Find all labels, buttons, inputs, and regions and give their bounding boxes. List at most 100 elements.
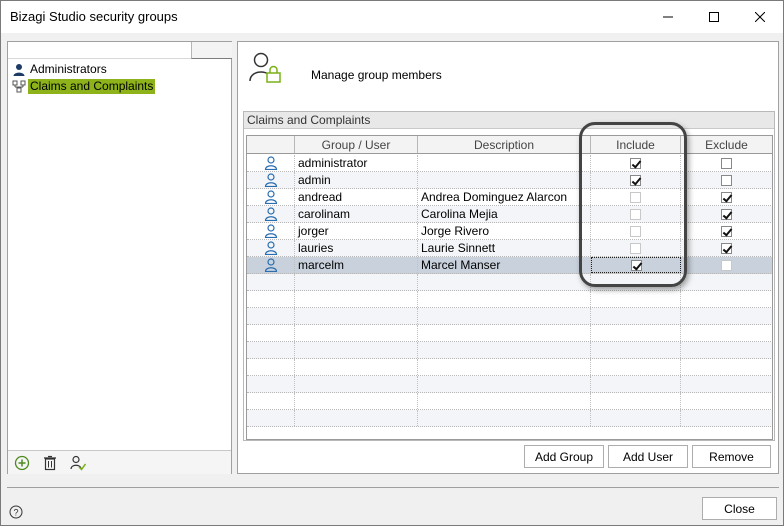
empty-row: [247, 291, 772, 308]
maximize-icon: [709, 12, 719, 22]
empty-cell: [418, 274, 591, 290]
empty-cell: [418, 325, 591, 341]
exclude-checkbox[interactable]: [721, 208, 732, 220]
table-row[interactable]: carolinam Carolina Mejia: [247, 206, 772, 223]
description-cell: Andrea Dominguez Alarcon: [418, 189, 591, 205]
tree-item-label: Claims and Complaints: [28, 79, 156, 94]
remove-button[interactable]: Remove: [692, 445, 771, 468]
empty-cell: [681, 308, 772, 324]
close-window-button[interactable]: [737, 1, 783, 33]
user-cell: carolinam: [295, 206, 418, 222]
user-icon: [13, 63, 25, 76]
tree-header: [8, 42, 191, 59]
empty-row: [247, 342, 772, 359]
user-icon: [264, 241, 277, 255]
empty-row: [247, 376, 772, 393]
empty-cell: [418, 291, 591, 307]
maximize-button[interactable]: [691, 1, 737, 33]
grid-header-icon: [247, 136, 295, 153]
description-cell: Laurie Sinnett: [418, 240, 591, 256]
empty-cell: [591, 410, 681, 426]
members-panel: Manage group members Claims and Complain…: [237, 41, 779, 474]
empty-cell: [681, 410, 772, 426]
user-icon: [264, 190, 277, 204]
col-header-group-user[interactable]: Group / User: [295, 136, 418, 153]
empty-cell: [591, 359, 681, 375]
empty-cell: [591, 325, 681, 341]
empty-cell: [247, 342, 295, 358]
svg-text:?: ?: [13, 508, 18, 518]
help-icon[interactable]: ?: [9, 505, 23, 519]
exclude-cell: [681, 223, 772, 239]
col-header-exclude[interactable]: Exclude: [681, 136, 772, 153]
minimize-button[interactable]: [645, 1, 691, 33]
close-button[interactable]: Close: [702, 497, 777, 520]
group-members-box: Claims and Complaints Group / User Descr…: [243, 111, 775, 441]
manage-members-label: Manage group members: [311, 68, 442, 82]
empty-cell: [247, 325, 295, 341]
exclude-cell: [681, 172, 772, 188]
description-cell: Jorge Rivero: [418, 223, 591, 239]
tree-item-claims-and-complaints[interactable]: Claims and Complaints: [12, 79, 156, 94]
empty-cell: [247, 359, 295, 375]
table-row[interactable]: marcelm Marcel Manser: [247, 257, 772, 274]
row-icon-cell: [247, 155, 295, 171]
empty-cell: [591, 308, 681, 324]
empty-cell: [247, 393, 295, 409]
title-bar: Bizagi Studio security groups: [1, 1, 783, 33]
grid-header: Group / User Description Include Exclude: [247, 136, 772, 154]
empty-cell: [295, 342, 418, 358]
empty-cell: [418, 342, 591, 358]
add-user-button[interactable]: Add User: [608, 445, 688, 468]
empty-cell: [295, 376, 418, 392]
tree-item-label: Administrators: [30, 62, 107, 76]
empty-row: [247, 274, 772, 291]
exclude-checkbox[interactable]: [721, 174, 732, 186]
table-row[interactable]: jorger Jorge Rivero: [247, 223, 772, 240]
exclude-checkbox[interactable]: [721, 242, 732, 254]
tree-toolbar: [8, 450, 231, 474]
exclude-cell: [681, 155, 772, 171]
add-group-button[interactable]: Add Group: [524, 445, 604, 468]
tree-item-administrators[interactable]: Administrators: [12, 62, 109, 77]
empty-cell: [681, 291, 772, 307]
user-cell: jorger: [295, 223, 418, 239]
table-row[interactable]: andread Andrea Dominguez Alarcon: [247, 189, 772, 206]
table-row[interactable]: admin: [247, 172, 772, 189]
exclude-checkbox[interactable]: [721, 191, 732, 203]
empty-cell: [295, 393, 418, 409]
exclude-checkbox[interactable]: [721, 157, 732, 169]
user-icon: [264, 156, 277, 170]
add-icon[interactable]: [14, 455, 30, 471]
row-icon-cell: [247, 257, 295, 273]
groups-tree-panel: Administrators Claims and Complaints: [7, 41, 232, 474]
user-cell: lauries: [295, 240, 418, 256]
empty-cell: [591, 376, 681, 392]
empty-cell: [418, 359, 591, 375]
col-header-description[interactable]: Description: [418, 136, 591, 153]
table-row[interactable]: lauries Laurie Sinnett: [247, 240, 772, 257]
empty-cell: [681, 359, 772, 375]
user-icon: [264, 258, 277, 272]
exclude-cell: [681, 206, 772, 222]
exclude-checkbox[interactable]: [721, 259, 732, 271]
tree-header-tab[interactable]: [191, 42, 232, 59]
user-check-icon[interactable]: [70, 455, 86, 471]
group-title: Claims and Complaints: [244, 112, 774, 129]
description-cell: Marcel Manser: [418, 257, 591, 273]
user-cell: administrator: [295, 155, 418, 171]
trash-icon[interactable]: [42, 455, 58, 471]
exclude-checkbox[interactable]: [721, 225, 732, 237]
description-cell: [418, 155, 591, 171]
include-column-highlight: [579, 122, 687, 287]
empty-cell: [247, 274, 295, 290]
empty-cell: [681, 325, 772, 341]
empty-cell: [681, 274, 772, 290]
security-groups-window: Bizagi Studio security groups Administra…: [0, 0, 784, 526]
table-row[interactable]: administrator: [247, 155, 772, 172]
empty-row: [247, 325, 772, 342]
minimize-icon: [663, 16, 673, 18]
empty-row: [247, 359, 772, 376]
row-icon-cell: [247, 189, 295, 205]
empty-cell: [681, 342, 772, 358]
